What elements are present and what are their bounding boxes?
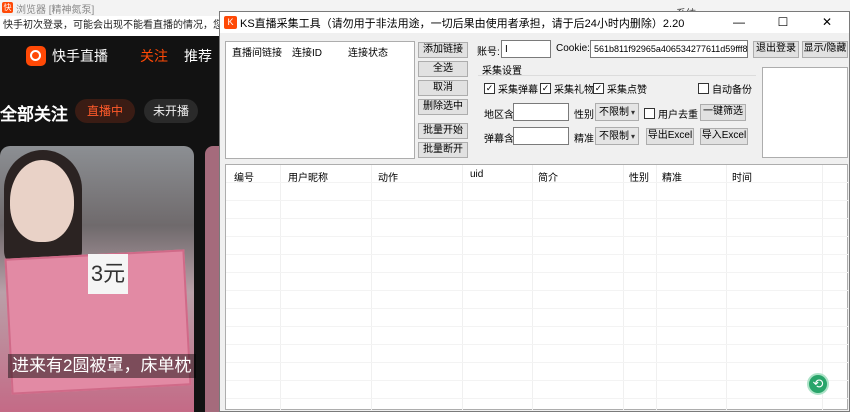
col-header-conn-status[interactable]: 连接状态 [348,44,388,59]
maximize-button[interactable]: ☐ [761,12,805,33]
filter-live-pill[interactable]: 直播中 [75,99,135,123]
logout-button[interactable]: 退出登录 [753,41,799,58]
col-header-time[interactable]: 时间 [732,169,752,184]
checkbox-collect-gift[interactable]: ✓ 采集礼物 [540,81,594,96]
col-header-gender[interactable]: 性别 [629,169,649,184]
one-click-filter-button[interactable]: 一键筛选 [700,104,746,121]
window-title: KS直播采集工具（请勿用于非法用途，一切后果由使用者承担，请于后24小时内删除）… [240,18,685,30]
import-excel-button[interactable]: 导入Excel [700,128,748,145]
close-button[interactable]: ✕ [805,12,849,33]
check-icon: ✓ [540,83,551,94]
tab-follow[interactable]: 关注 [140,46,168,66]
checkbox-auto-backup[interactable]: 自动备份 [698,81,752,96]
tab-recommend[interactable]: 推荐 [184,46,212,66]
checkbox-collect-danmu[interactable]: ✓ 采集弹幕 [484,81,538,96]
chevron-down-icon: ▾ [630,132,635,141]
refresh-icon[interactable]: ⟲ [807,373,829,395]
select-all-button[interactable]: 全选 [418,61,468,77]
standard-select[interactable]: 不限制 ▾ [595,127,639,145]
browser-logo-icon: 快 [2,2,13,13]
batch-disconnect-button[interactable]: 批量断开 [418,142,468,158]
batch-start-button[interactable]: 批量开始 [418,123,468,139]
gender-select[interactable]: 不限制 ▾ [595,103,639,121]
account-field[interactable]: I [501,40,551,58]
add-link-button[interactable]: 添加链接 [418,42,468,58]
check-icon: ✓ [593,83,604,94]
region-label: 地区含 [484,110,514,121]
kuaishou-brand[interactable]: 快手直播 [52,46,108,66]
account-label: 账号: [477,47,500,58]
region-input[interactable] [513,103,569,121]
col-header-link[interactable]: 直播间链接 [232,44,282,59]
export-excel-button[interactable]: 导出Excel [646,128,694,145]
price-tag: 3元 [88,254,128,294]
streamer-face [10,160,74,242]
col-header-conn-id[interactable]: 连接ID [292,44,322,59]
section-title: 全部关注 [0,105,68,124]
col-header-action[interactable]: 动作 [378,169,398,184]
filter-offline-pill[interactable]: 未开播 [144,99,198,123]
data-table[interactable]: 编号 用户昵称 动作 uid 简介 性别 精准 时间 [225,164,849,411]
log-panel[interactable] [762,67,848,158]
window-titlebar[interactable]: K KS直播采集工具（请勿用于非法用途，一切后果由使用者承担，请于后24小时内删… [220,12,849,33]
cancel-button[interactable]: 取消 [418,80,468,96]
gender-label: 性别 [574,110,594,121]
stream-caption: 进来有2圆被罩，床单枕 [8,354,196,378]
col-header-bio[interactable]: 简介 [538,169,558,184]
danmu-input[interactable] [513,127,569,145]
browser-title: 浏览器 [精神氮泵] [16,5,95,16]
col-header-nickname[interactable]: 用户昵称 [288,169,328,184]
cookie-field[interactable]: 561b811f92965a406534277611d59fff8; [590,40,748,58]
app-icon: K [224,16,237,29]
col-header-uid[interactable]: uid [470,169,483,180]
checkbox-collect-like[interactable]: ✓ 采集点赞 [593,81,647,96]
cookie-label: Cookie: [556,43,590,54]
kuaishou-logo-icon[interactable] [26,46,46,66]
col-header-standard[interactable]: 精准 [662,169,682,184]
standard-label: 精准 [574,134,594,145]
ks-collector-window: K KS直播采集工具（请勿用于非法用途，一切后果由使用者承担，请于后24小时内删… [219,11,850,412]
delete-selected-button[interactable]: 删除选中 [418,99,468,115]
col-header-index[interactable]: 编号 [234,169,254,184]
connection-list[interactable]: 直播间链接 连接ID 连接状态 [225,41,415,159]
minimize-button[interactable]: — [717,12,761,33]
checkbox-user-dedupe[interactable]: 用户去重 [644,106,698,121]
check-icon: ✓ [484,83,495,94]
chevron-down-icon: ▾ [630,108,635,117]
settings-divider [478,75,756,76]
danmu-label: 弹幕含 [484,134,514,145]
show-hide-button[interactable]: 显示/隐藏 [802,41,848,58]
